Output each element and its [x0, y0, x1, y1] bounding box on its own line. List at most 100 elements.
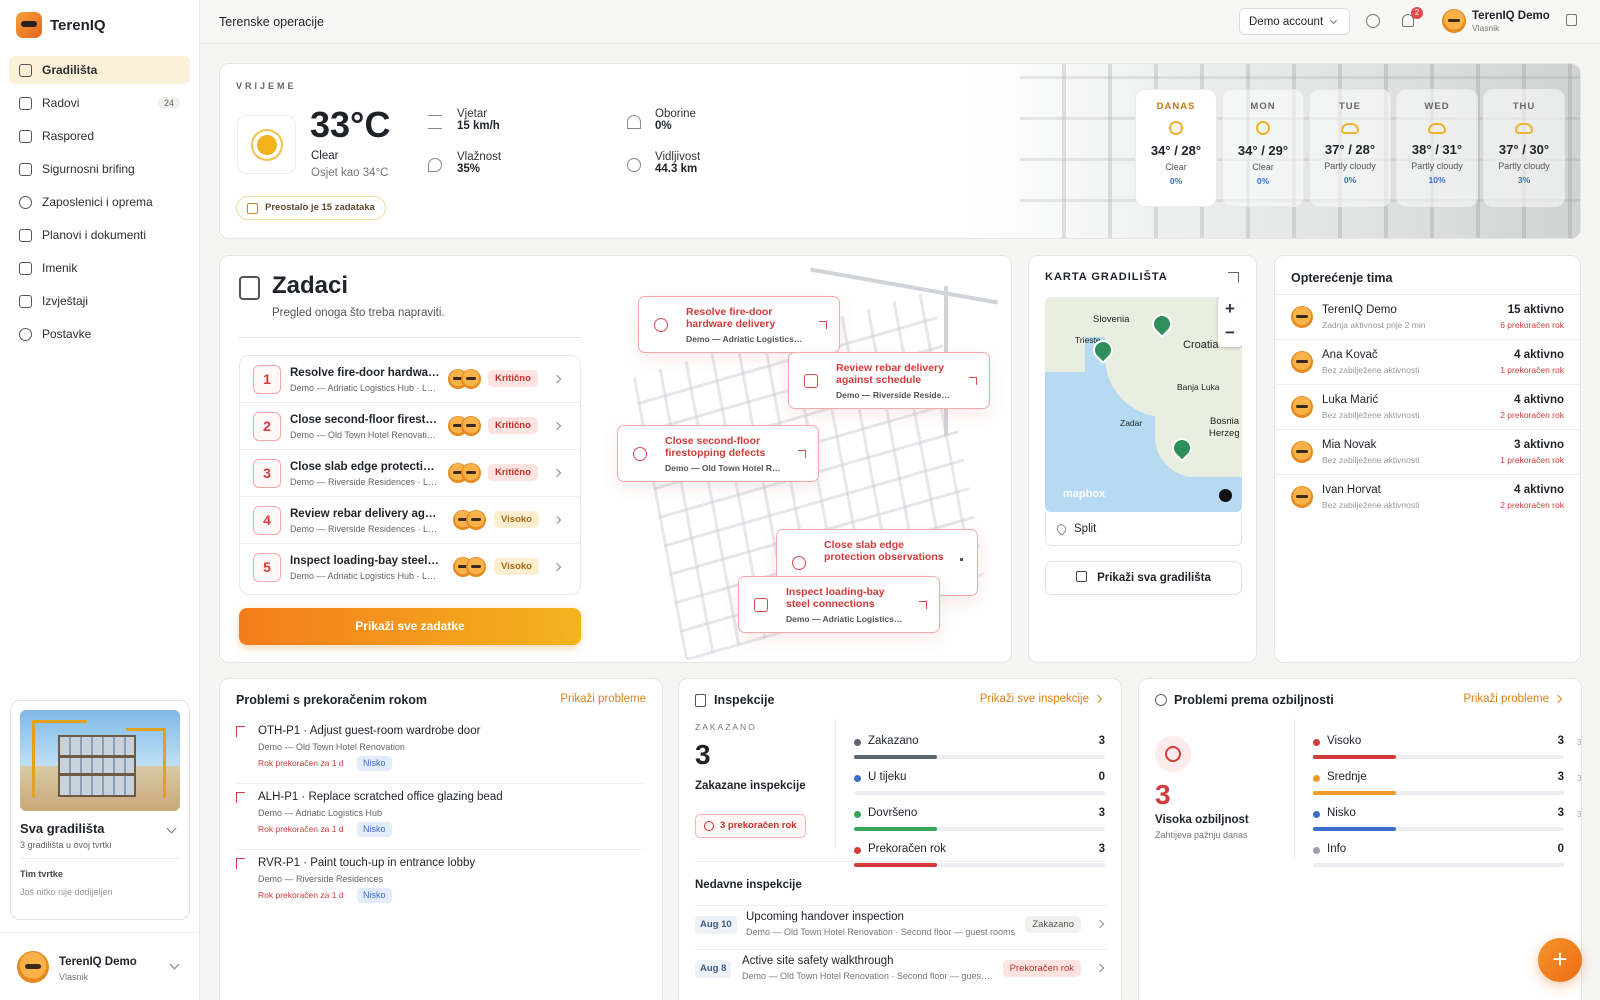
crane-shape: [126, 728, 166, 798]
task-meta: Demo — Riverside Residences · Level 4: [290, 477, 440, 487]
task-row[interactable]: 3 Close slab edge protection observation…: [240, 450, 580, 497]
stat-label: Info: [1327, 843, 1347, 855]
forecast-day: THU 37° / 30° Partly cloudy 3%: [1483, 89, 1565, 207]
weather-condition: Clear: [311, 150, 339, 162]
building-shape: [58, 735, 136, 797]
clipboard-icon: [695, 694, 706, 707]
task-callout[interactable]: Review rebar delivery against schedule D…: [788, 352, 990, 409]
tasks-subtitle: Pregled onoga što treba napraviti.: [272, 307, 445, 319]
task-callout[interactable]: Close second-floor firestopping defects …: [617, 425, 819, 482]
help-icon[interactable]: [1366, 14, 1380, 28]
account-select-value: Demo account: [1249, 15, 1324, 28]
task-row[interactable]: 2 Close second-floor firestopping defect…: [240, 403, 580, 450]
workload-row[interactable]: TerenIQ Demo Zadnja aktivnost prije 2 mi…: [1275, 294, 1580, 339]
zoom-in-button[interactable]: +: [1218, 297, 1242, 321]
task-row[interactable]: 4 Review rebar delivery against schedule…: [240, 497, 580, 544]
avatar: [461, 463, 481, 483]
forecast-precip: 10%: [1428, 175, 1446, 185]
workload-row[interactable]: Ivan Horvat Bez zabilježene aktivnosti 4…: [1275, 474, 1580, 519]
chevron-right-icon: [1093, 694, 1103, 704]
workload-row[interactable]: Mia Novak Bez zabilježene aktivnosti 3 a…: [1275, 429, 1580, 474]
task-row[interactable]: 5 Inspect loading-bay steel connections …: [240, 544, 580, 591]
remaining-tasks-pill[interactable]: Preostalo je 15 zadataka: [236, 196, 386, 220]
avatar: [17, 951, 49, 983]
visibility-stat: Vidljivost 44.3 km: [655, 151, 700, 175]
nav-item-postavke[interactable]: Postavke: [9, 320, 190, 348]
app-logo[interactable]: TerenIQ: [16, 12, 106, 38]
avatar: [461, 369, 481, 389]
stat-row: Dovršeno 3: [854, 806, 1105, 842]
alert-icon: [633, 446, 647, 461]
nav-item-gradilista[interactable]: Gradilišta: [9, 56, 190, 84]
user-menu[interactable]: TerenIQ Demo Vlasnik: [1442, 9, 1550, 33]
status-badge: Zakazano: [1025, 916, 1081, 933]
member-overdue-count: 2 prekoračen rok: [1500, 410, 1564, 420]
account-select[interactable]: Demo account: [1239, 8, 1350, 35]
nav-item-raspored[interactable]: Raspored: [9, 122, 190, 150]
chevron-down-icon[interactable]: [166, 823, 177, 834]
overdue-tag[interactable]: 3 prekoračen rok: [695, 814, 806, 838]
nav-item-sigurnosni-brifing[interactable]: Sigurnosni brifing: [9, 155, 190, 183]
task-row[interactable]: 1 Resolve fire-door hardware delivery De…: [240, 356, 580, 403]
notification-badge: 2: [1411, 7, 1423, 19]
info-icon[interactable]: [1219, 489, 1232, 502]
nav-item-radovi[interactable]: Radovi 24: [9, 89, 190, 117]
expand-icon[interactable]: [1228, 272, 1239, 283]
task-callout[interactable]: Inspect loading-bay steel connections De…: [738, 576, 940, 633]
chevron-right-icon: [1095, 963, 1105, 973]
chevron-right-icon: [552, 562, 562, 572]
map-view[interactable]: Slovenia Trieste Croatia Banja Luka Zada…: [1045, 297, 1242, 512]
workload-row[interactable]: Ana Kovač Bez zabilježene aktivnosti 4 a…: [1275, 339, 1580, 384]
workload-row[interactable]: Luka Marić Bez zabilježene aktivnosti 4 …: [1275, 384, 1580, 429]
show-all-inspections-link[interactable]: Prikaži sve inspekcije: [980, 693, 1089, 705]
forecast-day: DANAS 34° / 28° Clear 0%: [1135, 89, 1217, 207]
stat-value: 3: [1557, 771, 1564, 783]
issue-row[interactable]: ALH-P1 · Replace scratched office glazin…: [236, 786, 646, 850]
stat-percent: 33%: [1576, 737, 1582, 747]
add-button[interactable]: +: [1538, 938, 1582, 982]
nav-item-planovi[interactable]: Planovi i dokumenti: [9, 221, 190, 249]
status-dot: [854, 811, 861, 818]
show-all-sites-button[interactable]: Prikaži sva gradilišta: [1045, 561, 1242, 595]
task-number: 5: [253, 553, 281, 582]
priority-badge: Visoko: [494, 511, 539, 528]
site-selector-card[interactable]: Sva gradilišta 3 gradilišta u ovoj tvrtk…: [10, 700, 190, 920]
logout-icon[interactable]: [1566, 14, 1577, 26]
app-name: TerenIQ: [50, 16, 106, 34]
zoom-out-button[interactable]: −: [1218, 321, 1242, 345]
issue-row[interactable]: RVR-P1 · Paint touch-up in entrance lobb…: [236, 852, 646, 916]
task-title: Inspect loading-bay steel connections: [290, 555, 440, 567]
chevron-right-icon: [552, 374, 562, 384]
task-callout[interactable]: Resolve fire-door hardware delivery Demo…: [638, 296, 840, 353]
nav-item-imenik[interactable]: Imenik: [9, 254, 190, 282]
weather-icon-box: [237, 115, 296, 174]
show-issues-link[interactable]: Prikaži probleme: [560, 693, 646, 705]
nav-label: Zaposlenici i oprema: [42, 195, 153, 209]
external-link-icon: [969, 376, 977, 385]
issue-row[interactable]: OTH-P1 · Adjust guest-room wardrobe door…: [236, 720, 646, 784]
nav-item-zaposlenici[interactable]: Zaposlenici i oprema: [9, 188, 190, 216]
chevron-right-icon: [1553, 694, 1563, 704]
inspection-row[interactable]: Aug 8 Active site safety walkthrough Dem…: [695, 949, 1107, 989]
member-name: Ana Kovač: [1322, 349, 1378, 361]
inspection-row[interactable]: Aug 10 Upcoming handover inspection Demo…: [695, 905, 1107, 945]
callout-title: Close slab edge protection observations: [824, 539, 944, 563]
member-active-count: 4 aktivno: [1514, 394, 1564, 406]
show-all-tasks-button[interactable]: Prikaži sve zadatke: [239, 608, 581, 645]
stat-bar: [1313, 755, 1396, 759]
user-info: TerenIQ Demo Vlasnik: [1472, 10, 1550, 33]
show-issues-link[interactable]: Prikaži probleme: [1463, 693, 1549, 705]
map-label: Zadar: [1120, 418, 1143, 428]
gear-icon: [19, 327, 32, 341]
sidebar-user-menu[interactable]: TerenIQ Demo Vlasnik: [0, 932, 200, 1000]
nav-item-izvjestaji[interactable]: Izvještaji: [9, 287, 190, 315]
more-options-icon[interactable]: [960, 558, 963, 569]
book-icon: [19, 261, 32, 275]
member-active-count: 15 aktivno: [1507, 304, 1564, 316]
map-label: Slovenia: [1093, 314, 1130, 325]
visibility-value: 44.3 km: [655, 163, 698, 175]
forecast-condition: Partly cloudy: [1411, 161, 1463, 171]
issue-title: ALH-P1 · Replace scratched office glazin…: [258, 791, 503, 803]
inspection-title: Upcoming handover inspection: [746, 911, 904, 923]
stat-value: 3: [1098, 735, 1105, 747]
